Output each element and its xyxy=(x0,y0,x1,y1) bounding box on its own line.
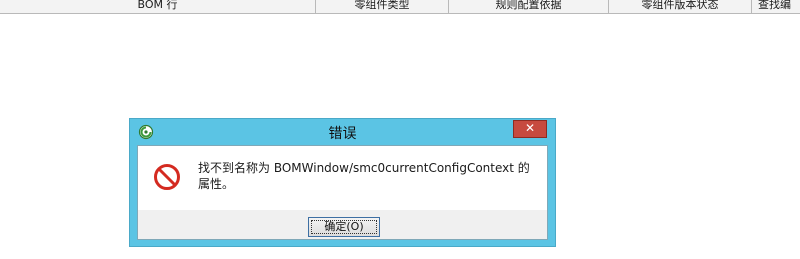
column-header-revision-status[interactable]: 零组件版本状态 xyxy=(609,0,752,13)
message-area: 找不到名称为 BOMWindow/smc0currentConfigContex… xyxy=(138,146,547,210)
bom-table-header: BOM 行 零组件类型 规则配置依据 零组件版本状态 查找编 xyxy=(0,0,800,14)
ok-button[interactable]: 确定(O) xyxy=(308,217,380,237)
column-header-find-number[interactable]: 查找编 xyxy=(752,0,800,13)
dialog-title: 错误 xyxy=(328,126,357,142)
close-button[interactable]: ✕ xyxy=(513,120,547,138)
column-header-rule-config[interactable]: 规则配置依据 xyxy=(449,0,609,13)
error-dialog: 错误 ✕ 找不到名称为 BOMWindow/smc0currentConfigC… xyxy=(129,118,556,247)
error-message: 找不到名称为 BOMWindow/smc0currentConfigContex… xyxy=(198,161,530,191)
dialog-titlebar[interactable]: 错误 ✕ xyxy=(130,119,555,145)
app-window: BOM 行 零组件类型 规则配置依据 零组件版本状态 查找编 错误 ✕ 找不到名… xyxy=(0,0,800,259)
dialog-body: 找不到名称为 BOMWindow/smc0currentConfigContex… xyxy=(137,145,548,240)
column-header-bom-line[interactable]: BOM 行 xyxy=(0,0,316,13)
error-icon xyxy=(153,163,181,191)
column-header-item-type[interactable]: 零组件类型 xyxy=(316,0,449,13)
